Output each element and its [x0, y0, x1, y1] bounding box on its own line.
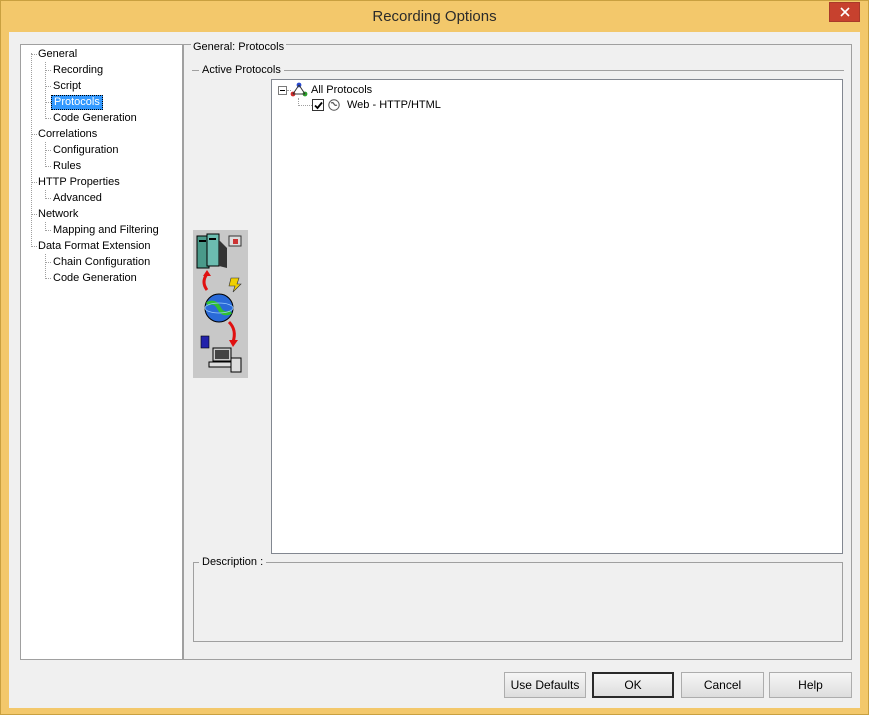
description-label: Description :	[199, 556, 267, 568]
tree-item-network[interactable]: Network	[36, 207, 80, 222]
dialog-client-area: General Recording Script Protocols Code …	[9, 32, 860, 708]
all-protocols-label[interactable]: All Protocols	[311, 83, 372, 97]
tree-item-dfe-code-generation[interactable]: Code Generation	[51, 271, 139, 286]
active-protocols-title: Active Protocols	[199, 64, 284, 76]
tree-item-correlations[interactable]: Correlations	[36, 127, 99, 142]
network-illustration-icon	[196, 233, 242, 373]
window-title: Recording Options	[372, 8, 497, 25]
tree-item-general[interactable]: General	[36, 47, 79, 62]
tree-item-protocols[interactable]: Protocols	[51, 95, 103, 110]
close-button[interactable]	[829, 2, 860, 22]
help-button[interactable]: Help	[769, 672, 852, 698]
title-bar[interactable]: Recording Options	[1, 1, 868, 32]
ok-button[interactable]: OK	[592, 672, 674, 698]
checkmark-icon	[314, 101, 323, 110]
recording-options-window: Recording Options General Recording Scri…	[0, 0, 869, 715]
tree-item-http-properties[interactable]: HTTP Properties	[36, 175, 122, 190]
web-http-html-checkbox[interactable]	[312, 99, 324, 111]
tree-item-configuration[interactable]: Configuration	[51, 143, 120, 158]
tree-item-data-format-extension[interactable]: Data Format Extension	[36, 239, 153, 254]
use-defaults-button[interactable]: Use Defaults	[504, 672, 586, 698]
tree-connector	[45, 142, 46, 167]
collapse-toggle[interactable]	[278, 86, 287, 95]
tree-item-script[interactable]: Script	[51, 79, 83, 94]
tree-item-chain-configuration[interactable]: Chain Configuration	[51, 255, 152, 270]
group-separator	[192, 70, 844, 71]
options-tree[interactable]: General Recording Script Protocols Code …	[20, 44, 183, 660]
description-box	[193, 562, 843, 642]
close-icon	[839, 7, 850, 17]
tree-item-code-generation[interactable]: Code Generation	[51, 111, 139, 126]
web-globe-icon	[328, 99, 340, 111]
tree-item-rules[interactable]: Rules	[51, 159, 83, 174]
recording-illustration	[193, 230, 248, 378]
tree-item-recording[interactable]: Recording	[51, 63, 105, 78]
section-title: General: Protocols	[191, 41, 287, 53]
tree-connector	[31, 53, 32, 245]
protocols-tree[interactable]: All Protocols Web - HTTP/HTML	[271, 79, 843, 554]
tree-item-advanced[interactable]: Advanced	[51, 191, 104, 206]
web-http-html-label[interactable]: Web - HTTP/HTML	[347, 98, 441, 112]
cancel-button[interactable]: Cancel	[681, 672, 764, 698]
tree-connector	[298, 105, 312, 106]
tree-item-mapping-and-filtering[interactable]: Mapping and Filtering	[51, 223, 161, 238]
all-protocols-icon	[290, 82, 308, 97]
tree-connector	[45, 254, 46, 279]
